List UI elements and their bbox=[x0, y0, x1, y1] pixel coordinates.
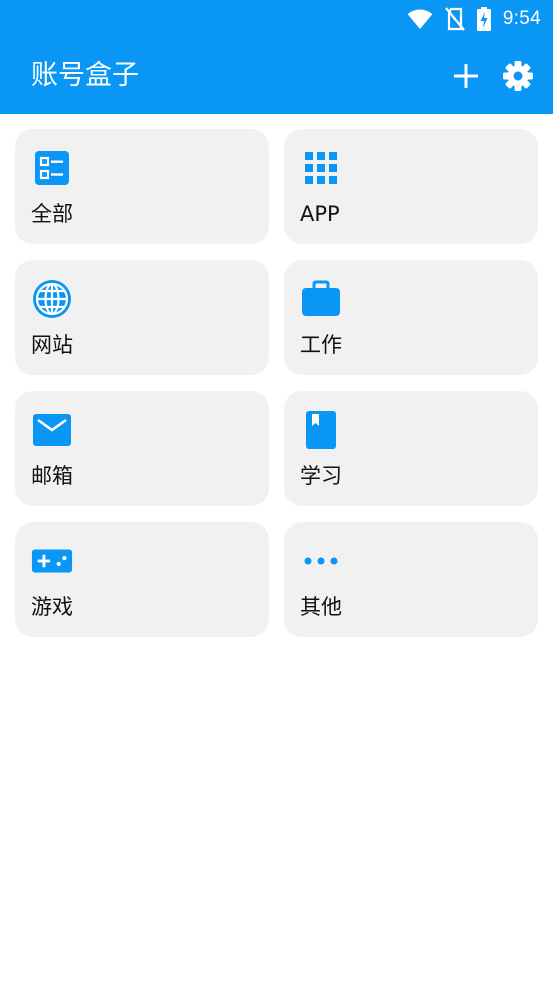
gamepad-icon bbox=[31, 540, 73, 582]
status-time: 9:54 bbox=[502, 8, 541, 29]
category-tile-all[interactable]: 全部 bbox=[15, 129, 269, 244]
settings-button[interactable] bbox=[500, 58, 536, 94]
wifi-icon bbox=[407, 9, 433, 29]
category-label: APP bbox=[300, 202, 340, 226]
no-sim-icon bbox=[444, 7, 465, 31]
plus-icon bbox=[454, 64, 478, 88]
category-label: 工作 bbox=[300, 333, 342, 357]
category-tile-app[interactable]: APP bbox=[284, 129, 538, 244]
add-button[interactable] bbox=[448, 58, 484, 94]
app-bar: 9:54 账号盒子 bbox=[0, 0, 553, 114]
list-icon bbox=[31, 147, 73, 189]
apps-grid-icon bbox=[300, 147, 342, 189]
category-label: 邮箱 bbox=[31, 464, 73, 488]
category-tile-game[interactable]: 游戏 bbox=[15, 522, 269, 637]
page-title: 账号盒子 bbox=[31, 60, 139, 91]
category-label: 全部 bbox=[31, 202, 73, 226]
more-dots-icon bbox=[300, 540, 342, 582]
gear-icon bbox=[503, 61, 533, 91]
mail-icon bbox=[31, 409, 73, 451]
briefcase-icon bbox=[300, 278, 342, 320]
category-tile-mail[interactable]: 邮箱 bbox=[15, 391, 269, 506]
category-tile-study[interactable]: 学习 bbox=[284, 391, 538, 506]
book-icon bbox=[300, 409, 342, 451]
category-tile-website[interactable]: 网站 bbox=[15, 260, 269, 375]
category-label: 学习 bbox=[300, 464, 342, 488]
globe-icon bbox=[31, 278, 73, 320]
category-label: 游戏 bbox=[31, 595, 73, 619]
battery-charging-icon bbox=[476, 7, 491, 31]
category-label: 其他 bbox=[300, 595, 342, 619]
category-tile-work[interactable]: 工作 bbox=[284, 260, 538, 375]
status-bar: 9:54 bbox=[407, 5, 541, 33]
category-label: 网站 bbox=[31, 333, 73, 357]
category-tile-other[interactable]: 其他 bbox=[284, 522, 538, 637]
